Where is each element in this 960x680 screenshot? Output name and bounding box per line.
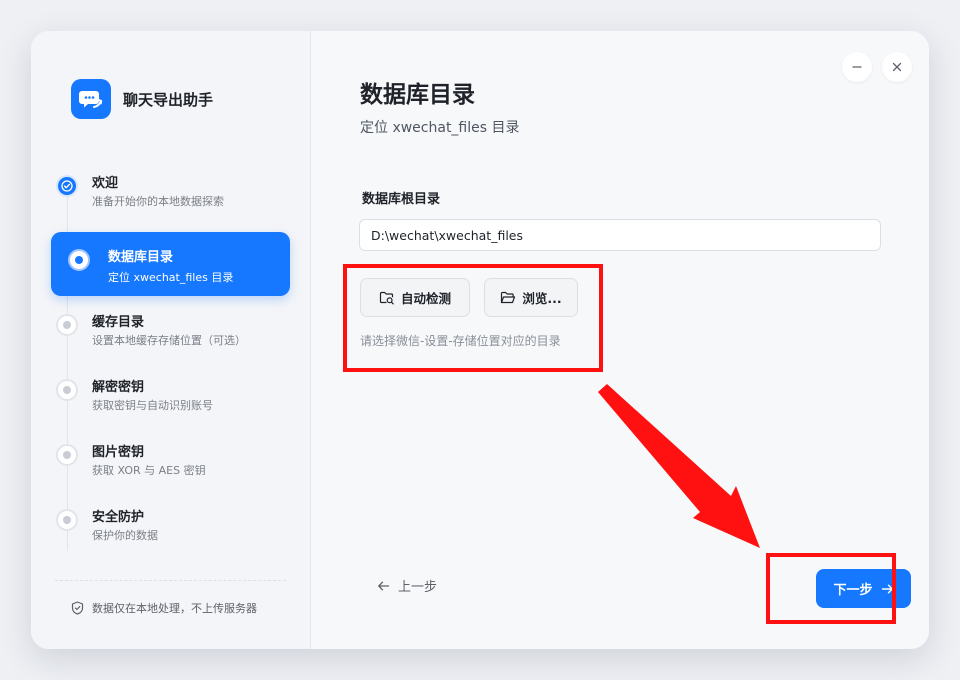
annotation-arrow	[598, 384, 760, 548]
page: 聊天导出助手 欢迎 准备开始你的本地数据探索 数据库目录 定位 xwechat_…	[0, 0, 960, 680]
